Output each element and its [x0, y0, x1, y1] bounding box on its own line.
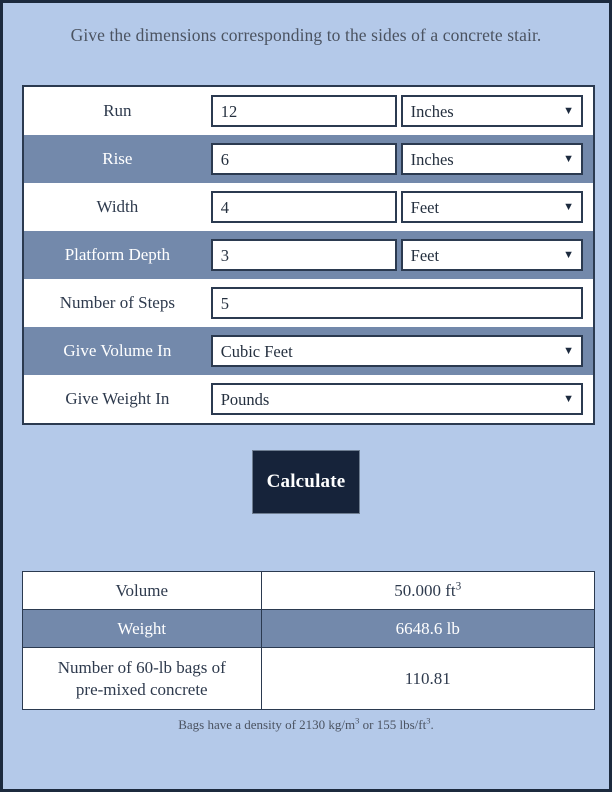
- chevron-down-icon: ▼: [563, 249, 574, 261]
- form-label-give-weight-in: Give Weight In: [65, 389, 170, 408]
- footnote-part3: .: [430, 717, 434, 732]
- page-title: Give the dimensions corresponding to the…: [70, 25, 542, 45]
- form-unit-cell-rise: Inches ▼: [399, 135, 594, 183]
- chevron-down-icon: ▼: [563, 201, 574, 213]
- results-value-volume-sup: 3: [455, 579, 462, 592]
- form-row-give-weight-in: Give Weight In Pounds ▼: [23, 375, 594, 424]
- calculate-button[interactable]: Calculate: [252, 450, 360, 514]
- results-label-bags-line1: Number of 60-lb bags of: [57, 658, 226, 678]
- chevron-down-icon: ▼: [563, 153, 574, 165]
- results-label-bags: Number of 60-lb bags of pre-mixed concre…: [22, 647, 262, 710]
- run-unit-select[interactable]: Inches ▼: [400, 95, 583, 127]
- form-row-give-volume-in: Give Volume In Cubic Feet ▼: [23, 327, 594, 375]
- form-label-give-volume-in: Give Volume In: [63, 341, 172, 360]
- form-input-cell-number-of-steps: 5: [210, 279, 594, 327]
- form-row-number-of-steps: Number of Steps 5: [23, 279, 594, 327]
- results-label-bags-line2: pre-mixed concrete: [75, 679, 208, 699]
- form-input-cell-run: 12: [210, 86, 399, 135]
- platform-depth-unit-select[interactable]: Feet ▼: [400, 239, 583, 271]
- give-weight-in-select[interactable]: Pounds ▼: [210, 383, 583, 415]
- form-row-platform-depth: Platform Depth 3 Feet ▼: [23, 231, 594, 279]
- form-input-cell-rise: 6: [210, 135, 399, 183]
- width-unit-value: Feet: [410, 198, 440, 217]
- give-volume-in-select[interactable]: Cubic Feet ▼: [210, 335, 583, 367]
- number-of-steps-input[interactable]: 5: [210, 287, 583, 319]
- form-row-rise: Rise 6 Inches ▼: [23, 135, 594, 183]
- form-unit-cell-platform-depth: Feet ▼: [399, 231, 594, 279]
- form-unit-cell-width: Feet ▼: [399, 183, 594, 231]
- rise-unit-value: Inches: [410, 150, 454, 169]
- results-label-weight: Weight: [22, 609, 262, 648]
- rise-input[interactable]: 6: [210, 143, 397, 175]
- chevron-down-icon: ▼: [563, 345, 574, 357]
- form-label-run: Run: [103, 101, 132, 120]
- chevron-down-icon: ▼: [563, 393, 574, 405]
- form-row-run: Run 12 Inches ▼: [23, 86, 594, 135]
- results-table: Volume 50.000 ft3 Weight 6648.6 lb Numbe…: [22, 571, 595, 710]
- give-volume-in-value: Cubic Feet: [220, 342, 293, 361]
- footnote-part1: Bags have a density of 2130 kg/m: [178, 717, 356, 732]
- page-root: Give the dimensions corresponding to the…: [0, 0, 612, 792]
- results-value-bags: 110.81: [260, 647, 595, 710]
- platform-depth-input[interactable]: 3: [210, 239, 397, 271]
- rise-unit-select[interactable]: Inches ▼: [400, 143, 583, 175]
- form-label-platform-depth: Platform Depth: [64, 245, 170, 264]
- form-input-cell-width: 4: [210, 183, 399, 231]
- give-weight-in-value: Pounds: [220, 390, 270, 409]
- form-label-width: Width: [96, 197, 139, 216]
- form-select-cell-give-weight-in: Pounds ▼: [210, 375, 594, 424]
- run-unit-value: Inches: [410, 102, 454, 121]
- chevron-down-icon: ▼: [563, 105, 574, 117]
- width-input[interactable]: 4: [210, 191, 397, 223]
- results-row-weight: Weight 6648.6 lb: [22, 609, 595, 648]
- run-input[interactable]: 12: [210, 95, 397, 127]
- platform-depth-unit-value: Feet: [410, 246, 440, 265]
- form-select-cell-give-volume-in: Cubic Feet ▼: [210, 327, 594, 375]
- results-row-bags: Number of 60-lb bags of pre-mixed concre…: [22, 647, 595, 710]
- form-label-number-of-steps: Number of Steps: [59, 293, 175, 312]
- form-label-rise: Rise: [102, 149, 133, 168]
- results-value-weight: 6648.6 lb: [260, 609, 595, 648]
- results-value-volume: 50.000 ft3: [260, 571, 595, 610]
- footnote-part2: or 155 lbs/ft: [359, 717, 427, 732]
- results-label-volume: Volume: [22, 571, 262, 610]
- results-row-volume: Volume 50.000 ft3: [22, 571, 595, 610]
- form-unit-cell-run: Inches ▼: [399, 86, 594, 135]
- form-input-cell-platform-depth: 3: [210, 231, 399, 279]
- form-row-width: Width 4 Feet ▼: [23, 183, 594, 231]
- results-value-volume-text: 50.000 ft: [394, 580, 456, 600]
- width-unit-select[interactable]: Feet ▼: [400, 191, 583, 223]
- calculate-button-wrap: Calculate: [3, 450, 609, 514]
- dimensions-form: Run 12 Inches ▼ Rise 6 Inches ▼ Width 4 …: [22, 85, 595, 425]
- density-footnote: Bags have a density of 2130 kg/m3 or 155…: [3, 716, 609, 733]
